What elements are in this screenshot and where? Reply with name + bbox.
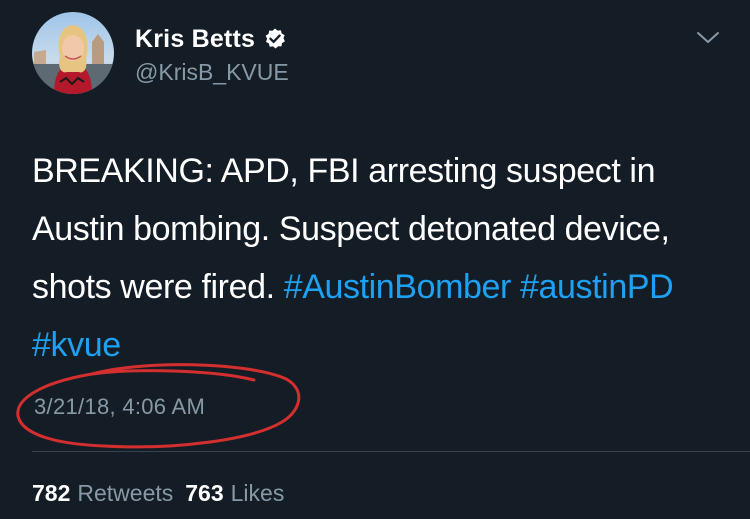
- tweet-card: Kris Betts @KrisB_KVUE BREAKING: APD, FB…: [0, 0, 750, 519]
- retweets-count: 782: [32, 480, 71, 506]
- timestamp-area: 3/21/18, 4:06 AM: [14, 360, 304, 460]
- author-display-name[interactable]: Kris Betts: [135, 25, 255, 54]
- tweet-text: BREAKING: APD, FBI arresting suspect in …: [32, 142, 722, 374]
- tweet-stats: 782 Retweets 763 Likes: [32, 480, 284, 507]
- likes-count: 763: [185, 480, 224, 506]
- retweets-label: Retweets: [77, 480, 174, 506]
- hashtag-link[interactable]: #AustinBomber: [284, 268, 512, 306]
- hashtag-link[interactable]: #austinPD: [520, 268, 674, 306]
- likes-stat[interactable]: 763 Likes: [185, 480, 284, 507]
- avatar[interactable]: [32, 12, 114, 94]
- chevron-down-icon[interactable]: [696, 30, 720, 46]
- likes-label: Likes: [230, 480, 285, 506]
- author-name-row[interactable]: Kris Betts: [135, 23, 287, 55]
- divider: [32, 451, 750, 452]
- retweets-stat[interactable]: 782 Retweets: [32, 480, 173, 507]
- author-handle[interactable]: @KrisB_KVUE: [135, 59, 289, 86]
- verified-badge-icon: [263, 27, 287, 51]
- tweet-timestamp[interactable]: 3/21/18, 4:06 AM: [34, 394, 205, 420]
- hashtag-link[interactable]: #kvue: [32, 326, 121, 364]
